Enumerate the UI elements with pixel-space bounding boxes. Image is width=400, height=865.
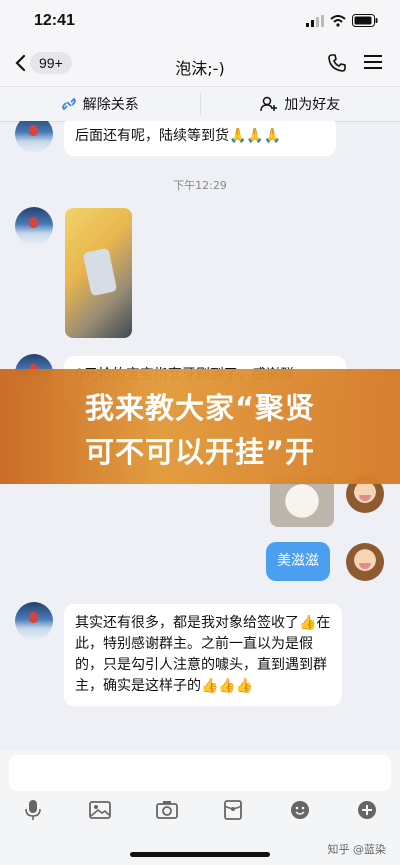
avatar[interactable] [15, 602, 53, 640]
battery-icon [352, 14, 378, 27]
unbind-label: 解除关系 [82, 97, 139, 113]
overlay-banner: 我来教大家“聚贤 可不可以开挂”开 [0, 369, 400, 484]
add-friend-button[interactable]: 加为好友 [201, 87, 400, 121]
status-time: 12:41 [34, 12, 75, 29]
input-bar: 知乎 @蓝染 [0, 751, 400, 865]
unlink-icon [61, 97, 76, 111]
my-avatar[interactable] [346, 543, 384, 581]
red-packet-icon[interactable] [220, 797, 246, 823]
message-bubble[interactable]: 其实还有很多，都是我对象给签收了👍在此，特别感谢群主。之前一直以为是假的，只是勾… [64, 604, 342, 706]
add-friend-icon [260, 96, 278, 112]
home-indicator [130, 852, 270, 857]
banner-line-1: 我来教大家“聚贤 [84, 391, 316, 425]
wifi-icon [330, 14, 346, 27]
message-input[interactable] [9, 755, 391, 791]
plus-icon[interactable] [354, 797, 380, 823]
menu-icon[interactable] [364, 54, 382, 70]
chat-header: 99+ 泡沫;-) [0, 44, 400, 86]
signal-icon [306, 14, 324, 27]
my-message-bubble[interactable]: 美滋滋 [266, 542, 330, 581]
camera-icon[interactable] [154, 797, 180, 823]
image-icon[interactable] [87, 797, 113, 823]
photo-message[interactable] [65, 208, 132, 338]
avatar[interactable] [15, 121, 53, 153]
message-timestamp: 下午12:29 [173, 179, 227, 192]
banner-line-2: 可不可以开挂”开 [84, 435, 316, 469]
phone-icon[interactable] [328, 54, 346, 72]
mic-icon[interactable] [20, 797, 46, 823]
avatar[interactable] [15, 207, 53, 245]
emoji-icon[interactable] [287, 797, 313, 823]
status-bar: 12:41 [0, 0, 400, 44]
watermark: 知乎 @蓝染 [327, 843, 387, 856]
add-friend-label: 加为好友 [284, 97, 341, 113]
unbind-relation-button[interactable]: 解除关系 [0, 87, 200, 121]
relation-action-bar: 解除关系 加为好友 [0, 86, 400, 122]
message-bubble[interactable]: 后面还有呢，陆续等到货🙏🙏🙏 [64, 121, 336, 156]
